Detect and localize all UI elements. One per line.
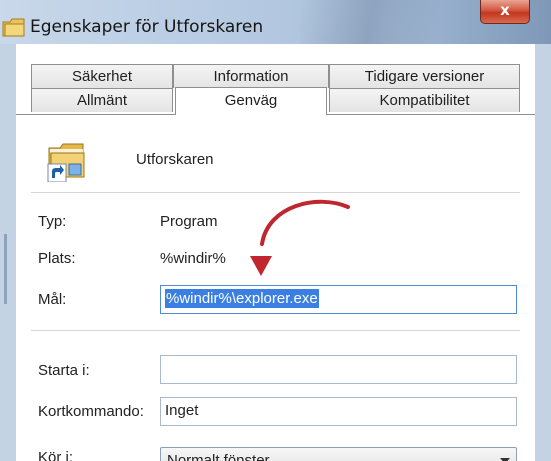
run-select-value: Normalt fönster xyxy=(167,452,270,461)
tab-kompatibilitet[interactable]: Kompatibilitet xyxy=(329,88,520,112)
title-bar[interactable]: Egenskaper för Utforskaren x xyxy=(0,0,551,44)
program-name: Utforskaren xyxy=(136,151,214,168)
close-icon: x xyxy=(500,1,510,19)
type-label: Typ: xyxy=(38,213,67,230)
separator xyxy=(31,330,520,331)
tab-tidigare-versioner[interactable]: Tidigare versioner xyxy=(329,64,520,88)
shortcut-key-label: Kortkommando: xyxy=(38,403,144,420)
target-value-selected: %windir%\explorer.exe xyxy=(165,289,319,308)
run-select[interactable]: Normalt fönster xyxy=(160,447,517,461)
run-label: Kör i: xyxy=(38,449,74,461)
tab-genvag[interactable]: Genväg xyxy=(175,87,327,115)
folder-icon xyxy=(2,18,25,37)
tab-information[interactable]: Information xyxy=(173,64,329,88)
start-in-label: Starta i: xyxy=(38,362,90,379)
tab-allmant[interactable]: Allmänt xyxy=(31,88,173,112)
window-frame-left xyxy=(0,44,16,461)
frame-edge-mark xyxy=(4,234,7,304)
separator xyxy=(31,192,520,193)
location-label: Plats: xyxy=(38,250,76,267)
folder-shortcut-icon xyxy=(47,143,85,182)
window-frame-right xyxy=(535,44,551,461)
shortcut-key-input[interactable]: Inget xyxy=(160,397,517,426)
close-button[interactable]: x xyxy=(480,0,530,24)
window-title: Egenskaper för Utforskaren xyxy=(30,17,264,37)
type-value: Program xyxy=(160,213,218,230)
target-label: Mål: xyxy=(38,291,67,308)
start-in-input[interactable] xyxy=(160,355,517,384)
tab-sakerhet[interactable]: Säkerhet xyxy=(31,64,173,88)
title-bar-glass xyxy=(300,0,440,44)
properties-dialog: Egenskaper för Utforskaren x Säkerhet In… xyxy=(0,0,551,461)
location-value: %windir% xyxy=(160,250,226,267)
target-input[interactable]: %windir%\explorer.exe xyxy=(160,285,517,314)
